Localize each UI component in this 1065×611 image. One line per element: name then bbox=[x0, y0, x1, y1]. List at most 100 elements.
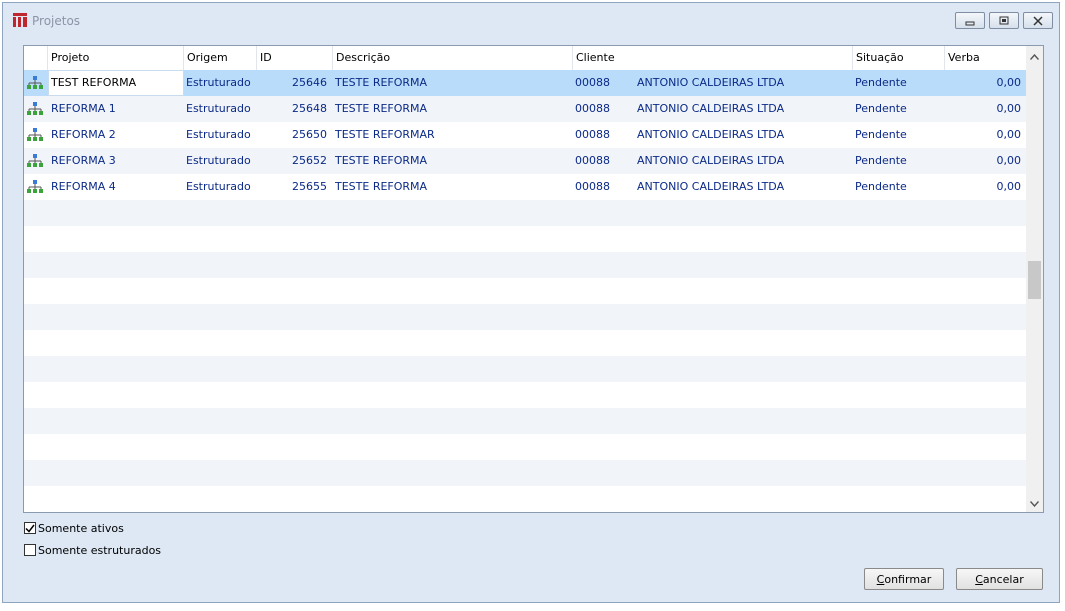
somente-ativos-option[interactable]: Somente ativos bbox=[24, 520, 124, 536]
cell-cliente-codigo[interactable]: 00088 bbox=[575, 174, 633, 200]
empty-row bbox=[24, 252, 1026, 278]
header-descricao[interactable]: Descrição bbox=[333, 46, 573, 70]
cell-cliente-nome[interactable]: ANTONIO CALDEIRAS LTDA bbox=[637, 70, 851, 96]
minimize-icon bbox=[965, 21, 975, 25]
cell-origem[interactable]: Estruturado bbox=[186, 174, 256, 200]
empty-row bbox=[24, 486, 1026, 512]
cell-origem[interactable]: Estruturado bbox=[186, 148, 256, 174]
table-row[interactable]: REFORMA 4 Estruturado 25655 TESTE REFORMA 00… bbox=[24, 174, 1026, 200]
cell-cliente-codigo[interactable]: 00088 bbox=[575, 122, 633, 148]
cancelar-mnemonic: C bbox=[975, 572, 983, 586]
cell-projeto[interactable]: REFORMA 3 bbox=[51, 148, 181, 174]
cell-projeto[interactable]: REFORMA 2 bbox=[51, 122, 181, 148]
empty-row bbox=[24, 382, 1026, 408]
close-icon bbox=[1033, 15, 1043, 26]
title-bar[interactable]: Projetos bbox=[3, 3, 1059, 37]
cell-verba[interactable]: 0,00 bbox=[947, 174, 1022, 200]
grid-header: Projeto Origem ID Descrição Cliente Situ… bbox=[24, 46, 1026, 70]
cell-descricao[interactable]: TESTE REFORMA bbox=[335, 96, 571, 122]
cell-origem[interactable]: Estruturado bbox=[186, 96, 256, 122]
tree-structure-icon bbox=[27, 76, 43, 89]
confirmar-mnemonic: C bbox=[876, 572, 885, 586]
cell-cliente-nome[interactable]: ANTONIO CALDEIRAS LTDA bbox=[637, 174, 851, 200]
empty-row bbox=[24, 408, 1026, 434]
scroll-down-icon[interactable] bbox=[1026, 495, 1043, 512]
header-id[interactable]: ID bbox=[257, 46, 333, 70]
checkmark-icon bbox=[25, 524, 35, 533]
empty-row bbox=[24, 330, 1026, 356]
window-title: Projetos bbox=[32, 14, 81, 28]
cell-projeto[interactable]: REFORMA 4 bbox=[51, 174, 181, 200]
tree-structure-icon bbox=[27, 154, 43, 167]
empty-row bbox=[24, 304, 1026, 330]
table-row[interactable]: REFORMA 1 Estruturado 25648 TESTE REFORMA 00… bbox=[24, 96, 1026, 122]
empty-row bbox=[24, 434, 1026, 460]
cell-cliente-nome[interactable]: ANTONIO CALDEIRAS LTDA bbox=[637, 122, 851, 148]
header-projeto[interactable]: Projeto bbox=[48, 46, 184, 70]
projetos-dialog: Projetos Projeto Origem ID Descrição Cli… bbox=[2, 2, 1060, 603]
background-area bbox=[0, 603, 1065, 611]
header-cliente[interactable]: Cliente bbox=[573, 46, 853, 70]
cell-projeto[interactable]: TEST REFORMA bbox=[48, 70, 184, 96]
cell-verba[interactable]: 0,00 bbox=[947, 122, 1022, 148]
cell-situacao[interactable]: Pendente bbox=[855, 174, 943, 200]
cell-situacao[interactable]: Pendente bbox=[855, 70, 943, 96]
cell-descricao[interactable]: TESTE REFORMA bbox=[335, 174, 571, 200]
somente-estruturados-option[interactable]: Somente estruturados bbox=[24, 542, 161, 558]
cell-descricao[interactable]: TESTE REFORMA bbox=[335, 148, 571, 174]
tree-structure-icon bbox=[27, 102, 43, 115]
cancelar-label: ancelar bbox=[982, 572, 1024, 586]
cell-origem[interactable]: Estruturado bbox=[186, 70, 256, 96]
scroll-up-icon[interactable] bbox=[1026, 48, 1043, 65]
tree-structure-icon bbox=[27, 128, 43, 141]
app-logo-icon bbox=[13, 13, 27, 27]
cell-situacao[interactable]: Pendente bbox=[855, 96, 943, 122]
somente-estruturados-label: Somente estruturados bbox=[38, 543, 162, 557]
cell-situacao[interactable]: Pendente bbox=[855, 148, 943, 174]
cell-cliente-nome[interactable]: ANTONIO CALDEIRAS LTDA bbox=[637, 96, 851, 122]
cell-cliente-codigo[interactable]: 00088 bbox=[575, 96, 633, 122]
somente-estruturados-checkbox[interactable] bbox=[24, 544, 36, 556]
empty-row bbox=[24, 356, 1026, 382]
empty-row bbox=[24, 200, 1026, 226]
table-row[interactable]: TEST REFORMA Estruturado 25646 TESTE REFORM… bbox=[24, 70, 1026, 96]
cell-descricao[interactable]: TESTE REFORMAR bbox=[335, 122, 571, 148]
table-row[interactable]: REFORMA 2 Estruturado 25650 TESTE REFORMAR 0… bbox=[24, 122, 1026, 148]
somente-ativos-checkbox[interactable] bbox=[24, 522, 36, 534]
header-icon-column[interactable] bbox=[24, 46, 48, 70]
cell-id[interactable]: 25652 bbox=[260, 148, 327, 174]
cell-verba[interactable]: 0,00 bbox=[947, 96, 1022, 122]
cell-origem[interactable]: Estruturado bbox=[186, 122, 256, 148]
cell-verba[interactable]: 0,00 bbox=[947, 148, 1022, 174]
cell-id[interactable]: 25650 bbox=[260, 122, 327, 148]
cell-verba[interactable]: 0,00 bbox=[947, 70, 1022, 96]
tree-structure-icon bbox=[27, 180, 43, 193]
table-row[interactable]: REFORMA 3 Estruturado 25652 TESTE REFORMA 00… bbox=[24, 148, 1026, 174]
header-situacao[interactable]: Situação bbox=[853, 46, 945, 70]
confirmar-label: onfirmar bbox=[884, 572, 932, 586]
vertical-scrollbar[interactable] bbox=[1026, 46, 1043, 512]
empty-row bbox=[24, 278, 1026, 304]
restore-icon bbox=[999, 16, 1009, 24]
projects-grid: Projeto Origem ID Descrição Cliente Situ… bbox=[23, 45, 1044, 513]
empty-row bbox=[24, 460, 1026, 486]
cell-cliente-codigo[interactable]: 00088 bbox=[575, 70, 633, 96]
close-button[interactable] bbox=[1023, 12, 1053, 29]
confirmar-button[interactable]: Confirmar bbox=[864, 568, 944, 590]
cell-situacao[interactable]: Pendente bbox=[855, 122, 943, 148]
minimize-button[interactable] bbox=[955, 12, 985, 29]
empty-row bbox=[24, 226, 1026, 252]
cell-descricao[interactable]: TESTE REFORMA bbox=[335, 70, 571, 96]
cancelar-button[interactable]: Cancelar bbox=[956, 568, 1043, 590]
header-verba[interactable]: Verba bbox=[945, 46, 1026, 70]
header-origem[interactable]: Origem bbox=[184, 46, 257, 70]
cell-id[interactable]: 25646 bbox=[260, 70, 327, 96]
cell-id[interactable]: 25655 bbox=[260, 174, 327, 200]
somente-ativos-label: Somente ativos bbox=[38, 521, 124, 535]
cell-cliente-nome[interactable]: ANTONIO CALDEIRAS LTDA bbox=[637, 148, 851, 174]
cell-id[interactable]: 25648 bbox=[260, 96, 327, 122]
cell-projeto[interactable]: REFORMA 1 bbox=[51, 96, 181, 122]
scroll-thumb[interactable] bbox=[1028, 261, 1041, 299]
restore-button[interactable] bbox=[989, 12, 1019, 29]
cell-cliente-codigo[interactable]: 00088 bbox=[575, 148, 633, 174]
